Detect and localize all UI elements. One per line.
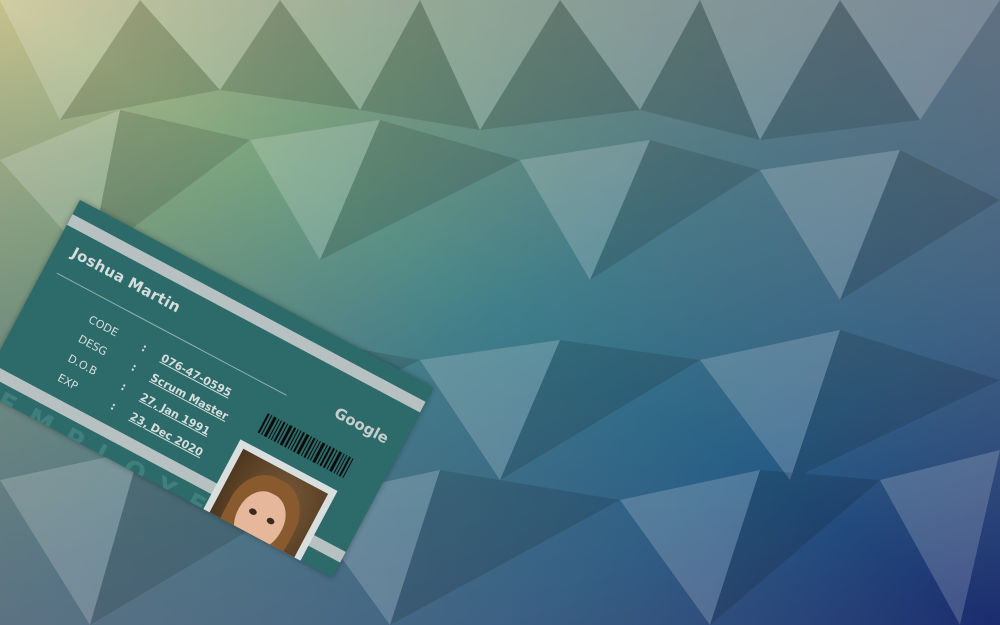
field-row-code: CODE : 076-47-0595 (83, 313, 233, 400)
field-row-dob: D.O.B : 27, Jan 1991 (62, 352, 213, 438)
company-name: Google (331, 403, 392, 448)
field-row-expiry: EXP : 23, Dec 2020 (52, 371, 205, 459)
field-separator: : (118, 380, 129, 394)
field-row-designation: DESG : Scrum Master (73, 332, 230, 422)
field-separator: : (108, 399, 119, 414)
field-separator: : (128, 360, 139, 375)
field-separator: : (139, 341, 150, 355)
